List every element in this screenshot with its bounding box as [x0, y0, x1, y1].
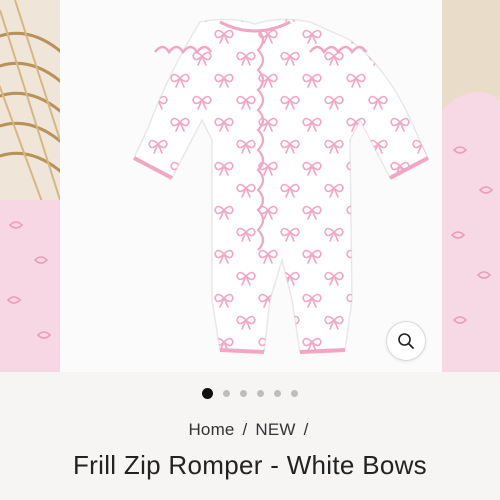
previous-slide-image[interactable] [0, 0, 60, 372]
pagination-dot-3[interactable] [240, 389, 247, 397]
search-icon [398, 333, 414, 349]
pagination-dot-5[interactable] [274, 389, 281, 397]
romper-image [60, 0, 442, 372]
main-product-image[interactable] [60, 0, 442, 372]
breadcrumb: Home / NEW / [0, 420, 500, 440]
product-image-gallery[interactable] [0, 0, 500, 372]
pagination-dot-2[interactable] [223, 389, 230, 397]
fabric-image [442, 0, 500, 372]
breadcrumb-home-link[interactable]: Home [188, 420, 234, 439]
pagination-dot-1[interactable] [202, 387, 213, 399]
breadcrumb-separator: / [303, 420, 309, 439]
breadcrumb-new-link[interactable]: NEW [255, 420, 295, 439]
basket-image [0, 0, 60, 372]
pagination-dot-6[interactable] [291, 389, 298, 397]
breadcrumb-separator: / [242, 420, 248, 439]
next-slide-image[interactable] [442, 0, 500, 372]
gallery-pagination [0, 385, 500, 401]
zoom-button[interactable] [386, 321, 426, 361]
product-title: Frill Zip Romper - White Bows [73, 450, 427, 480]
pagination-dot-4[interactable] [257, 389, 264, 397]
